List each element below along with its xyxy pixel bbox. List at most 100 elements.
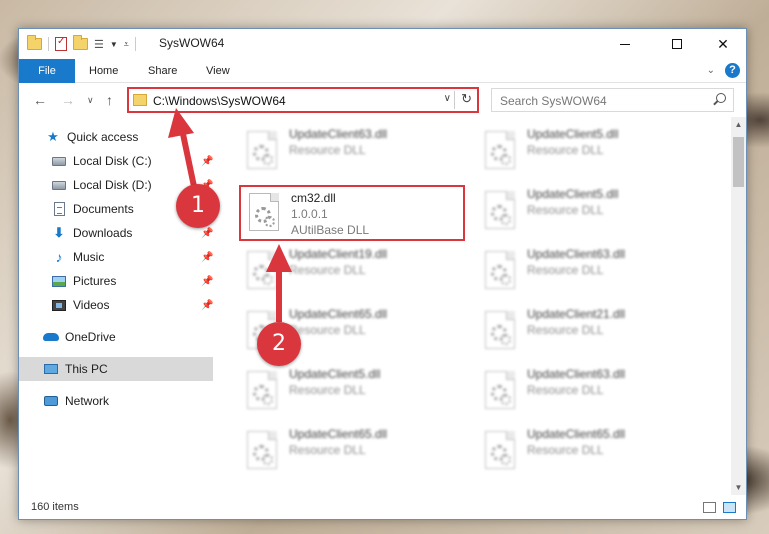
file-type: Resource DLL bbox=[289, 383, 366, 397]
scroll-up-icon[interactable]: ▲ bbox=[731, 117, 746, 132]
file-type: Resource DLL bbox=[527, 323, 604, 337]
file-item[interactable]: UpdateClient5.dll Resource DLL bbox=[239, 363, 459, 419]
file-name: UpdateClient5.dll bbox=[527, 187, 619, 201]
file-item[interactable]: UpdateClient5.dll Resource DLL bbox=[477, 183, 697, 239]
up-button[interactable]: ↑ bbox=[106, 92, 113, 108]
rename-icon[interactable]: ☰ bbox=[94, 38, 104, 51]
dll-file-icon bbox=[247, 371, 277, 409]
sidebar-item-this-pc[interactable]: This PC bbox=[19, 357, 213, 381]
details-view-icon[interactable] bbox=[703, 502, 716, 513]
sidebar-item-quick-access[interactable]: ★ Quick access bbox=[19, 125, 213, 149]
help-icon[interactable]: ? bbox=[725, 63, 740, 78]
sidebar-item-downloads[interactable]: ⬇ Downloads 📌 bbox=[19, 221, 214, 245]
step-callout-2: 2 bbox=[257, 322, 301, 366]
folder-icon[interactable] bbox=[27, 35, 42, 50]
sidebar-item-music[interactable]: ♪ Music 📌 bbox=[19, 245, 214, 269]
file-name: UpdateClient63.dll bbox=[527, 247, 626, 261]
file-item[interactable]: UpdateClient5.dll Resource DLL bbox=[477, 123, 697, 179]
file-name: cm32.dll bbox=[291, 191, 336, 205]
sidebar-item-network[interactable]: Network bbox=[19, 389, 213, 413]
file-name: UpdateClient65.dll bbox=[527, 427, 626, 441]
file-type: Resource DLL bbox=[289, 443, 366, 457]
back-button[interactable]: ← bbox=[33, 92, 47, 108]
sidebar-item-label: Quick access bbox=[67, 130, 139, 144]
window-title: SysWOW64 bbox=[159, 36, 225, 50]
sidebar-item-videos[interactable]: Videos 📌 bbox=[19, 293, 213, 317]
file-list: UpdateClient63.dll Resource DLL UpdateCl… bbox=[233, 117, 729, 495]
minimize-button[interactable] bbox=[602, 29, 648, 59]
maximize-icon bbox=[672, 39, 682, 49]
customize-toolbar-icon[interactable]: ⩡ bbox=[124, 39, 129, 50]
disk-icon bbox=[51, 154, 67, 168]
file-type: Resource DLL bbox=[527, 443, 604, 457]
tiles-view-icon[interactable] bbox=[723, 502, 736, 513]
address-path[interactable]: C:\Windows\SysWOW64 bbox=[153, 94, 286, 108]
close-button[interactable]: ✕ bbox=[700, 29, 746, 59]
expand-ribbon-icon[interactable]: ⌄ bbox=[707, 65, 715, 76]
pin-icon[interactable]: 📌 bbox=[201, 252, 213, 263]
download-icon: ⬇ bbox=[53, 225, 65, 240]
file-item[interactable]: UpdateClient21.dll Resource DLL bbox=[477, 303, 697, 359]
document-icon bbox=[51, 202, 67, 216]
search-icon[interactable] bbox=[716, 93, 726, 103]
file-item[interactable]: UpdateClient19.dll Resource DLL bbox=[239, 243, 459, 299]
address-field[interactable]: C:\Windows\SysWOW64 ∨ ↻ bbox=[127, 87, 479, 113]
file-type: Resource DLL bbox=[289, 143, 366, 157]
recent-locations-button[interactable]: ∨ bbox=[87, 95, 94, 106]
pin-icon[interactable]: 📌 bbox=[201, 156, 213, 167]
tab-file[interactable]: File bbox=[19, 59, 75, 83]
quick-access-toolbar: ☰ ▼ ⩡ bbox=[27, 35, 136, 53]
pictures-icon bbox=[51, 274, 67, 288]
file-item[interactable]: UpdateClient63.dll Resource DLL bbox=[477, 243, 697, 299]
video-icon bbox=[51, 298, 67, 312]
tab-view[interactable]: View bbox=[206, 59, 230, 83]
file-type: Resource DLL bbox=[527, 263, 604, 277]
file-name: UpdateClient65.dll bbox=[289, 427, 388, 441]
refresh-icon[interactable]: ↻ bbox=[461, 91, 472, 107]
chevron-down-icon[interactable]: ∨ bbox=[444, 93, 451, 104]
sidebar-item-label: Network bbox=[65, 394, 110, 408]
navigation-pane: ★ Quick access Local Disk (C:) 📌 Local D… bbox=[19, 117, 213, 495]
toolbar-divider bbox=[134, 37, 136, 51]
file-name: UpdateClient63.dll bbox=[289, 127, 388, 141]
file-description: AUtilBase DLL bbox=[291, 223, 370, 237]
properties-icon[interactable] bbox=[55, 36, 67, 51]
computer-icon bbox=[43, 362, 59, 376]
ribbon-controls: ⌄ ? bbox=[707, 63, 740, 78]
new-folder-icon[interactable] bbox=[73, 35, 88, 50]
forward-button[interactable]: → bbox=[61, 92, 75, 108]
file-item[interactable]: UpdateClient63.dll Resource DLL bbox=[477, 363, 697, 419]
search-placeholder: Search SysWOW64 bbox=[500, 94, 607, 108]
dll-file-icon bbox=[247, 131, 277, 169]
file-item[interactable]: UpdateClient63.dll Resource DLL bbox=[239, 123, 459, 179]
tab-home[interactable]: Home bbox=[89, 59, 118, 83]
file-name: UpdateClient21.dll bbox=[527, 307, 626, 321]
scroll-thumb[interactable] bbox=[733, 137, 744, 187]
maximize-button[interactable] bbox=[654, 29, 700, 59]
sidebar-item-onedrive[interactable]: OneDrive bbox=[19, 325, 213, 349]
address-bar-row: ← → ∨ ↑ C:\Windows\SysWOW64 ∨ ↻ Search S… bbox=[19, 84, 746, 116]
network-icon bbox=[43, 394, 59, 408]
pin-icon[interactable]: 📌 bbox=[201, 228, 213, 239]
file-name: UpdateClient5.dll bbox=[289, 367, 381, 381]
dll-file-icon bbox=[247, 431, 277, 469]
music-icon: ♪ bbox=[55, 249, 63, 265]
pin-icon[interactable]: 📌 bbox=[201, 276, 213, 287]
tab-share[interactable]: Share bbox=[148, 59, 177, 83]
scroll-down-icon[interactable]: ▼ bbox=[731, 480, 746, 495]
sidebar-item-label: Pictures bbox=[73, 274, 117, 288]
highlighted-file-item[interactable]: cm32.dll 1.0.0.1 AUtilBase DLL bbox=[239, 185, 465, 241]
file-item[interactable]: UpdateClient65.dll Resource DLL bbox=[239, 423, 459, 479]
dll-file-icon bbox=[485, 251, 515, 289]
sidebar-item-label: Videos bbox=[73, 298, 110, 312]
vertical-scrollbar[interactable]: ▲ ▼ bbox=[731, 117, 746, 495]
pin-icon[interactable]: 📌 bbox=[201, 300, 213, 311]
chevron-down-icon[interactable]: ▼ bbox=[110, 40, 118, 49]
sidebar-item-local-disk-c[interactable]: Local Disk (C:) 📌 bbox=[19, 149, 213, 173]
file-type: Resource DLL bbox=[527, 383, 604, 397]
file-version: 1.0.0.1 bbox=[291, 207, 328, 221]
file-item[interactable]: UpdateClient65.dll Resource DLL bbox=[477, 423, 697, 479]
title-bar: ☰ ▼ ⩡ SysWOW64 ✕ bbox=[19, 29, 746, 59]
sidebar-item-pictures[interactable]: Pictures 📌 bbox=[19, 269, 213, 293]
search-input[interactable]: Search SysWOW64 bbox=[491, 88, 734, 112]
